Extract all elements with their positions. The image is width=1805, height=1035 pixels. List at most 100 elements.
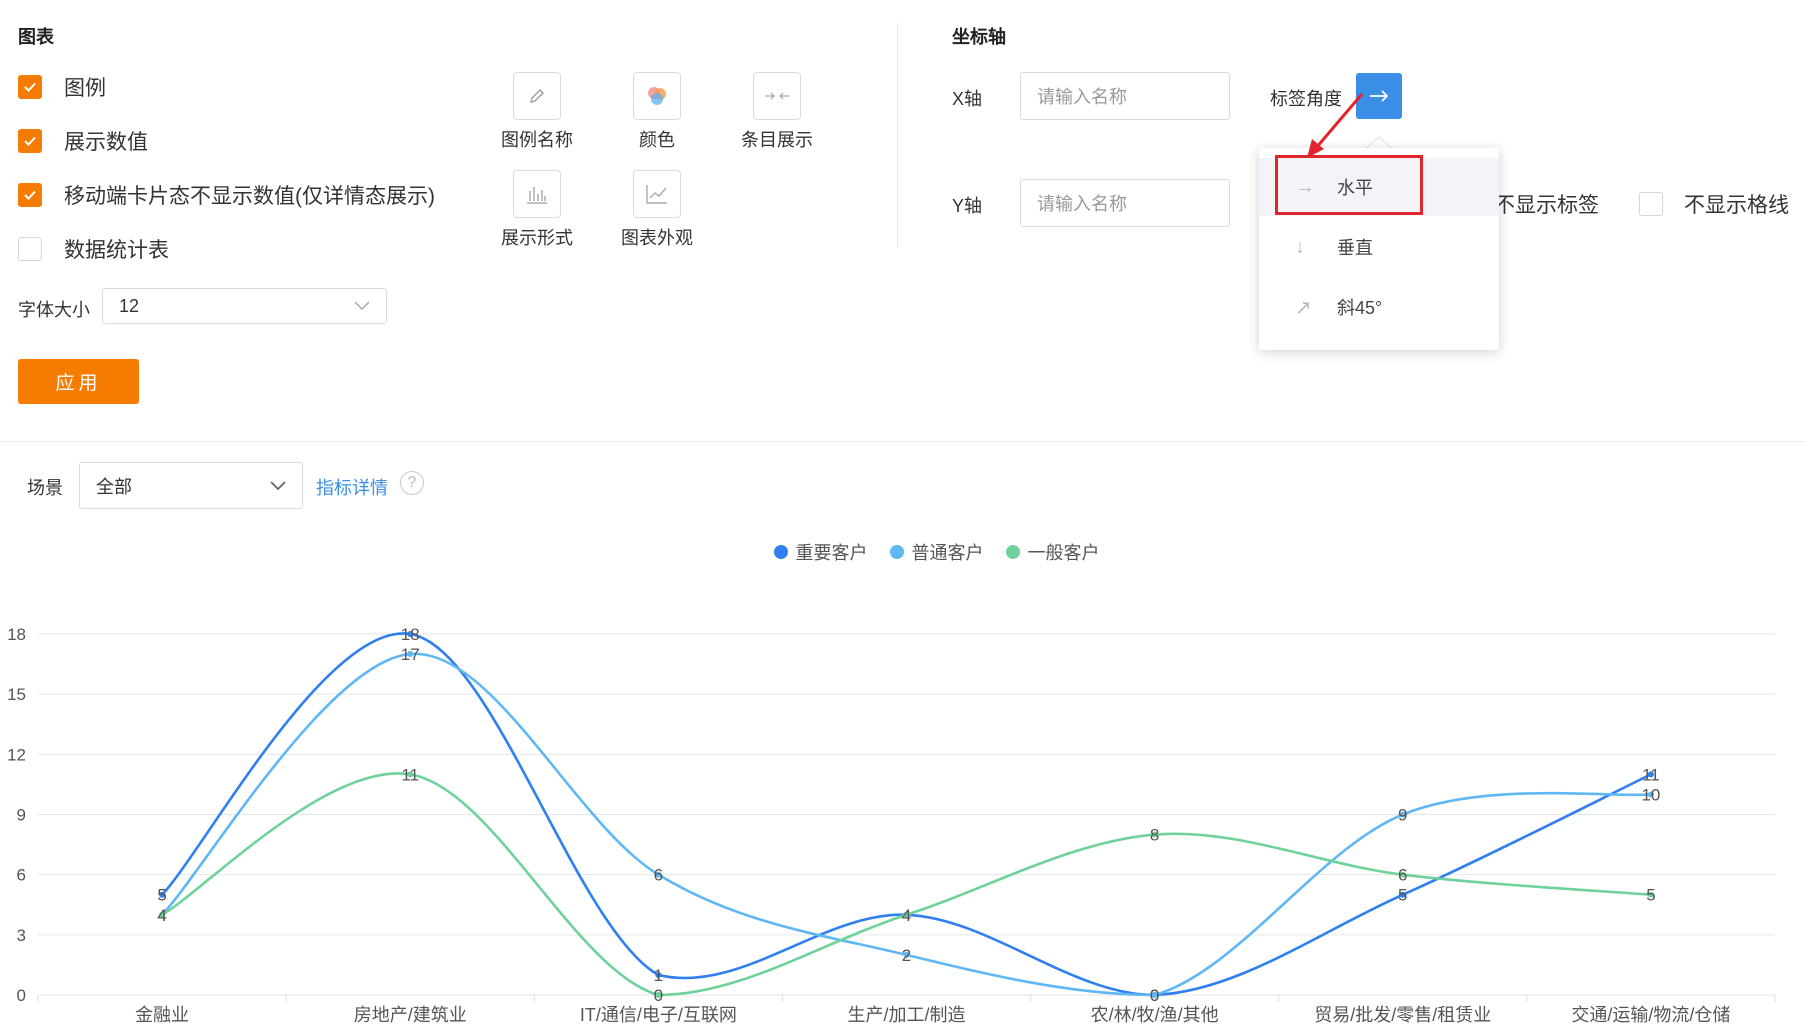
tool-legend-name[interactable]: 图例名称 [477,72,597,152]
scene-value: 全部 [96,476,132,497]
angle-option-label: 斜45° [1337,298,1383,318]
panel-divider [897,22,898,247]
tool-label: 展示形式 [501,228,573,248]
tool-chart-appearance[interactable]: 图表外观 [597,170,717,250]
legend-item[interactable]: 重要客户 [773,539,868,565]
legend-label: 一般客户 [1027,543,1100,563]
checkbox-checked-icon[interactable] [18,129,42,153]
tool-color[interactable]: 颜色 [597,72,717,152]
arrow-diagonal-icon: ↗ [1295,296,1312,319]
data-label: 1 [654,966,663,985]
angle-option-vertical[interactable]: ↓ 垂直 [1259,218,1499,276]
legend-marker [889,545,904,559]
checkbox-label: 移动端卡片态不显示数值(仅详情态展示) [64,185,435,208]
hide-labels-label: 不显示标签 [1494,194,1599,217]
data-label: 6 [1398,866,1407,885]
help-icon[interactable]: ? [400,471,424,495]
data-label: 0 [1150,986,1159,1005]
chart-section-title: 图表 [18,27,54,47]
annotation-arrow [1307,93,1364,158]
checkbox-legend[interactable]: 图例 [18,72,106,102]
legend-item[interactable]: 普通客户 [889,539,984,565]
data-label: 2 [902,946,911,965]
x-tick-label: 金融业 [135,1005,189,1025]
checkbox-unchecked-icon[interactable] [18,237,42,261]
metric-detail-link[interactable]: 指标详情 [316,474,388,500]
data-label: 9 [1398,806,1407,825]
chart-legend: 重要客户 普通客户 一般客户 [0,539,1805,565]
data-label: 4 [902,906,911,925]
axis-section-title: 坐标轴 [952,27,1006,47]
bar-chart-icon [527,187,547,204]
checkbox-checked-icon[interactable] [18,183,42,207]
line-chart-icon [646,185,667,204]
data-label: 11 [401,765,419,784]
y-axis-label: Y轴 [952,196,983,216]
data-label: 5 [1398,886,1407,905]
checkbox-checked-icon[interactable] [18,75,42,99]
y-tick-label: 18 [7,625,26,644]
pencil-icon [530,89,544,103]
legend-marker [1005,545,1020,559]
x-tick-label: 生产/加工/制造 [847,1005,965,1025]
legend-marker [773,545,788,559]
checkbox-mobile-hide-values[interactable]: 移动端卡片态不显示数值(仅详情态展示) [18,180,435,210]
data-label: 18 [401,625,420,644]
y-tick-label: 9 [17,806,26,825]
line-chart: 0369121518金融业 房地产/建筑业 IT/通信/电子/互联网 生产/加工/制造… [7,625,1776,1025]
x-axis-name-input[interactable]: 请输入名称 [1020,72,1230,120]
legend-item[interactable]: 一般客户 [1005,539,1100,565]
chevron-down-icon [270,481,286,491]
data-label: 5 [1646,886,1655,905]
data-label: 17 [401,645,420,664]
apply-button[interactable]: 应用 [18,359,139,404]
data-label: 10 [1641,785,1660,804]
checkbox-label: 展示数值 [64,131,148,154]
y-tick-label: 15 [7,685,26,704]
tool-label: 条目展示 [741,130,813,150]
y-tick-label: 6 [17,866,26,885]
tool-label: 图例名称 [501,130,573,150]
tool-label: 图表外观 [621,228,693,248]
x-axis-label: X轴 [952,89,983,109]
data-label: 5 [157,886,166,905]
x-tick-label: 房地产/建筑业 [354,1005,467,1025]
x-tick-label: 农/林/牧/渔/其他 [1091,1005,1219,1025]
data-label: 8 [1150,826,1159,845]
legend-label: 普通客户 [911,543,984,563]
font-size-label: 字体大小 [18,300,90,320]
x-tick-label: 交通/运输/物流/仓储 [1571,1005,1730,1025]
font-size-value: 12 [119,295,140,316]
data-label: 0 [654,986,663,1005]
scene-select[interactable]: 全部 [79,462,303,509]
data-label: 11 [1642,765,1660,784]
hide-gridlines-label: 不显示格线 [1684,194,1789,217]
y-tick-label: 12 [7,745,26,764]
color-palette-icon [648,87,666,105]
arrow-down-icon: ↓ [1295,235,1305,258]
angle-option-label: 垂直 [1337,238,1373,258]
data-label: 6 [654,866,663,885]
legend-label: 重要客户 [795,543,868,563]
x-tick-label: 贸易/批发/零售/租赁业 [1314,1005,1491,1025]
x-tick-label: IT/通信/电子/互联网 [580,1005,737,1025]
data-label: 4 [157,906,166,925]
section-divider [0,441,1805,442]
font-size-select[interactable]: 12 [102,288,387,324]
checkbox-label: 图例 [64,77,106,100]
scene-label: 场景 [27,478,63,498]
tool-display-form[interactable]: 展示形式 [477,170,597,250]
collapse-arrows-icon [765,92,789,100]
chevron-down-icon [354,301,370,311]
checkbox-label: 数据统计表 [64,239,169,262]
y-axis-name-input[interactable]: 请输入名称 [1020,179,1230,227]
series-line [161,652,1652,997]
y-tick-label: 0 [17,986,26,1005]
checkbox-show-values[interactable]: 展示数值 [18,126,148,156]
checkbox-data-table[interactable]: 数据统计表 [18,234,169,264]
angle-option-45[interactable]: ↗ 斜45° [1259,278,1499,336]
hide-gridlines-checkbox[interactable] [1639,192,1663,216]
tool-label: 颜色 [639,130,675,150]
tool-item-display[interactable]: 条目展示 [717,72,837,152]
y-tick-label: 3 [17,926,26,945]
